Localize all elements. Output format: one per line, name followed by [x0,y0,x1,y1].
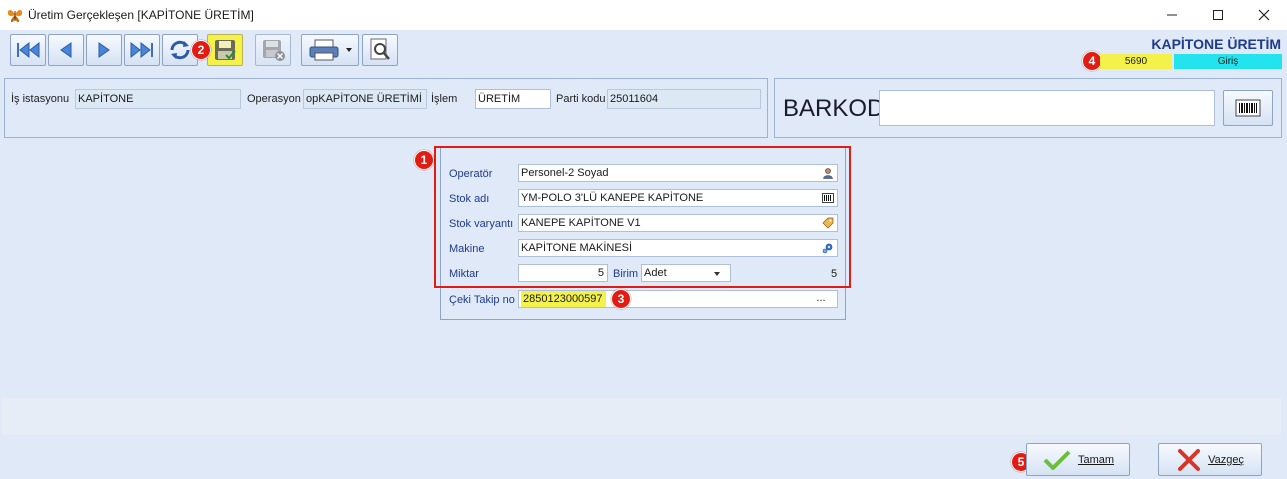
last-record-button[interactable] [124,34,160,66]
operation-label: Operasyon [247,93,301,105]
next-record-button[interactable] [86,34,122,66]
save-cancel-icon [263,40,285,61]
delete-button[interactable] [255,34,291,66]
save-button[interactable] [207,34,243,66]
maximize-icon [1213,10,1223,20]
process-field[interactable]: ÜRETİM [475,89,551,109]
previous-icon [60,42,72,58]
info-panel: İş istasyonu KAPİTONE Operasyon opKAPİTO… [4,78,768,138]
last-record-icon [130,41,153,59]
process-label: İşlem [431,93,458,105]
barcode-scan-button[interactable] [1223,90,1273,126]
workstation-label: İş istasyonu [11,93,70,105]
operation-field[interactable]: opKAPİTONE ÜRETİMİ [303,89,427,109]
print-button[interactable] [301,34,359,66]
document-number: 5690 [1100,54,1172,69]
tracking-ellipsis-button[interactable]: ... [813,291,829,305]
callout-badge-4: 4 [1082,51,1102,71]
callout-badge-3: 3 [611,289,631,309]
barcode-icon [1235,99,1261,117]
maximize-button[interactable] [1195,0,1241,30]
refresh-icon [170,40,190,60]
module-title: KAPİTONE ÜRETİM [1151,36,1281,52]
close-button[interactable] [1241,0,1287,30]
lot-code-field[interactable]: 25011604 [607,89,761,109]
ok-button[interactable]: Tamam [1026,443,1130,476]
checkmark-icon [1043,450,1071,470]
barcode-panel: BARKOD [774,78,1282,138]
lot-code-label: Parti kodu [556,93,606,105]
cancel-x-icon [1178,448,1201,471]
previous-record-button[interactable] [48,34,84,66]
print-preview-icon [370,38,390,60]
status-bar [2,398,1281,435]
tracking-number-label: Çeki Takip no [449,294,515,306]
next-icon [98,42,110,58]
workstation-field[interactable]: KAPİTONE [75,89,241,109]
minimize-icon [1167,14,1177,16]
preview-button[interactable] [362,34,398,66]
first-record-icon [17,41,40,59]
tracking-number-value: 2850123000597 [521,291,606,307]
tracking-number-field[interactable]: 2850123000597 ... [518,290,838,308]
barcode-input[interactable] [879,90,1215,126]
title-bar: Üretim Gerçekleşen [KAPİTONE ÜRETİM] [0,0,1287,30]
callout-badge-2: 2 [191,40,211,60]
cancel-button[interactable]: Vazgeç [1158,443,1262,476]
printer-icon [309,39,352,61]
first-record-button[interactable] [10,34,46,66]
mode-indicator: Giriş [1174,54,1282,69]
save-icon [215,40,236,60]
cancel-label: Vazgeç [1208,453,1244,466]
barcode-label: BARKOD [783,95,885,122]
minimize-button[interactable] [1149,0,1195,30]
butterfly-icon [6,6,24,24]
ok-label: Tamam [1077,453,1115,466]
highlight-frame [434,146,851,288]
callout-badge-1: 1 [414,150,434,170]
close-icon [1258,9,1270,21]
window-title: Üretim Gerçekleşen [KAPİTONE ÜRETİM] [28,8,254,22]
